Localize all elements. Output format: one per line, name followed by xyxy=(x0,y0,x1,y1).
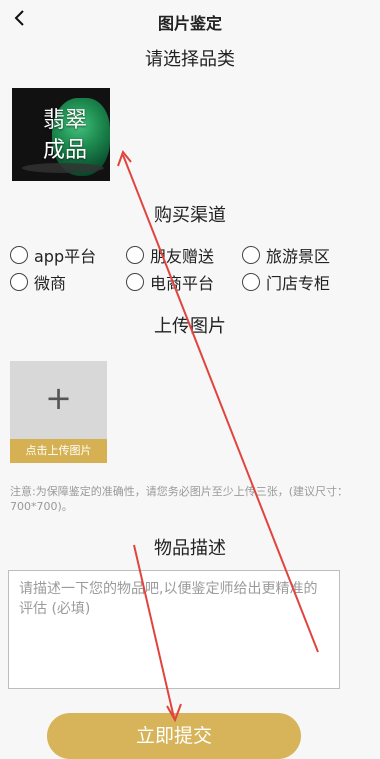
channel-option-label: 微商 xyxy=(34,274,67,293)
channel-option-tourist-spot[interactable]: 旅游景区 xyxy=(242,243,330,267)
radio-circle-icon xyxy=(242,273,260,291)
description-placeholder: 请描述一下您的物品吧,以便鉴定师给出更精准的评估 (必填) xyxy=(19,581,318,617)
upload-note: 注意:为保障鉴定的准确性，请您务必图片至少上传三张，(建议尺寸：700*700)… xyxy=(10,485,348,513)
channel-option-label: 旅游景区 xyxy=(266,247,331,266)
page-title: 图片鉴定 xyxy=(157,14,222,33)
product-category-label-line1: 翡翠 xyxy=(42,108,87,133)
channel-row-2: 微商 电商平台 门店专柜 xyxy=(10,270,370,294)
upload-image-button[interactable]: + 点击上传图片 xyxy=(10,361,107,463)
product-category-card-jade[interactable]: 翡翠 成品 xyxy=(12,88,110,181)
channel-option-label: 电商平台 xyxy=(150,274,215,293)
radio-circle-icon xyxy=(10,246,28,264)
channel-option-wechat-seller[interactable]: 微商 xyxy=(10,270,66,294)
channel-option-label: app平台 xyxy=(34,247,97,266)
channel-row-1: app平台 朋友赠送 旅游景区 xyxy=(10,243,370,267)
description-textarea[interactable]: 请描述一下您的物品吧,以便鉴定师给出更精准的评估 (必填) xyxy=(8,570,340,689)
plus-icon: + xyxy=(45,379,72,417)
radio-circle-icon xyxy=(126,273,144,291)
upload-section-title: 上传图片 xyxy=(154,316,226,337)
category-section-title: 请选择品类 xyxy=(145,49,235,70)
channel-option-store-counter[interactable]: 门店专柜 xyxy=(242,270,330,294)
product-category-label: 翡翠 成品 xyxy=(30,106,100,166)
upload-image-label: 点击上传图片 xyxy=(10,439,107,463)
radio-circle-icon xyxy=(242,246,260,264)
description-section-title: 物品描述 xyxy=(154,538,226,559)
product-category-label-line2: 成品 xyxy=(42,138,87,163)
submit-button[interactable]: 立即提交 xyxy=(47,713,301,759)
channel-option-friend-gift[interactable]: 朋友赠送 xyxy=(126,243,214,267)
channel-option-label: 朋友赠送 xyxy=(150,247,215,266)
channel-option-ecommerce[interactable]: 电商平台 xyxy=(126,270,214,294)
radio-circle-icon xyxy=(10,273,28,291)
radio-circle-icon xyxy=(126,246,144,264)
channel-option-app[interactable]: app平台 xyxy=(10,243,96,267)
top-bar: 图片鉴定 xyxy=(0,0,380,42)
channel-option-label: 门店专柜 xyxy=(266,274,331,293)
channel-section-title: 购买渠道 xyxy=(154,205,226,226)
annotation-arrow-head-up xyxy=(117,149,132,167)
